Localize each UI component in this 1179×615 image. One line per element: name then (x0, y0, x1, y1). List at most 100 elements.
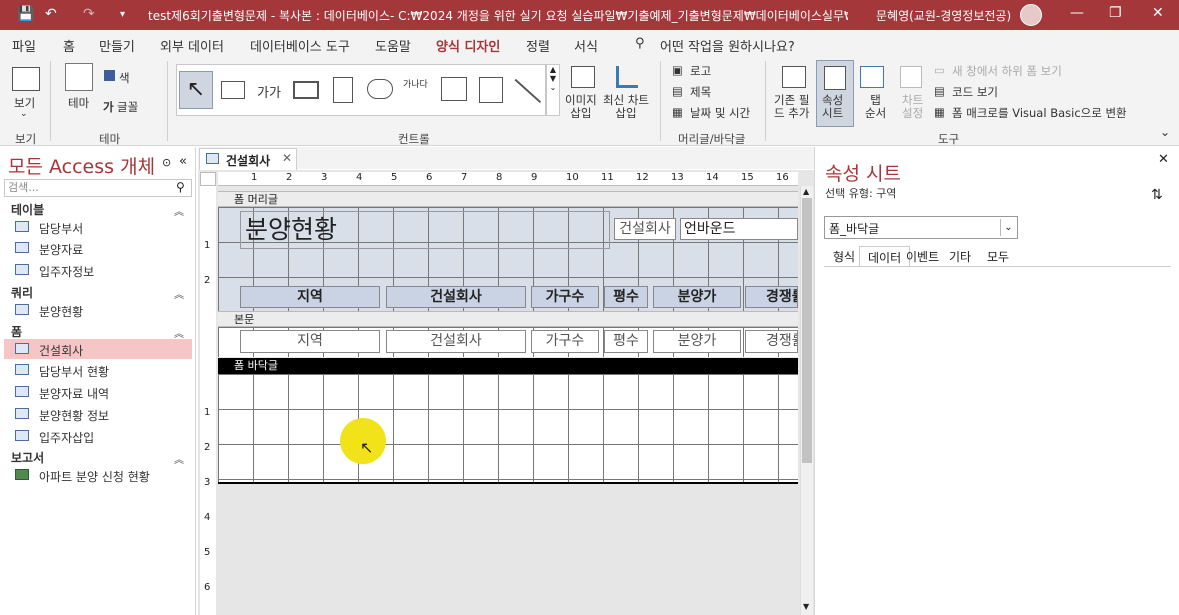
nav-search-input[interactable]: 검색... (4, 179, 192, 197)
section-detail-bar[interactable]: 본문 (218, 311, 798, 327)
nav-pane-title[interactable]: 모든 Access 개체 (8, 152, 155, 179)
tab-format[interactable]: 서식 (574, 36, 598, 55)
column-header-region[interactable]: 지역 (240, 286, 380, 308)
minimize-button[interactable]: — (1070, 5, 1084, 21)
chart-icon[interactable] (616, 66, 638, 88)
vertical-scrollbar[interactable]: ▲ ▼ (800, 186, 813, 615)
tab-order-button[interactable]: 탭 순서 (865, 94, 886, 120)
redo-icon[interactable]: ↷ (83, 6, 95, 22)
nav-item-table[interactable]: 입주자정보 (4, 260, 192, 280)
line-control-icon[interactable] (514, 78, 542, 103)
scroll-up-icon[interactable]: ▲ (803, 187, 809, 196)
tab-external-data[interactable]: 외부 데이터 (160, 36, 224, 55)
close-icon[interactable]: ✕ (282, 151, 292, 165)
search-icon[interactable]: ⚲ (635, 36, 645, 51)
gallery-scroll[interactable]: ▲ ▼ ⌄ (546, 64, 560, 116)
nav-item-form[interactable]: 분양현황 정보 (4, 404, 192, 424)
nav-item-form[interactable]: 입주자삽입 (4, 426, 192, 446)
field-area[interactable]: 평수 (604, 330, 648, 353)
footer-section[interactable] (218, 374, 798, 482)
scroll-down-icon[interactable]: ▼ (803, 602, 809, 611)
field-company[interactable]: 건설회사 (386, 330, 526, 353)
nav-item-form[interactable]: 건설회사 (4, 339, 192, 359)
column-header-price[interactable]: 분양가 (653, 286, 741, 308)
web-browser-control-icon[interactable]: 가나다 (403, 77, 428, 90)
nav-item-table[interactable]: 담당부서 (4, 217, 192, 237)
object-selector[interactable]: 폼_바닥글 ⌄ (824, 216, 1018, 239)
header-title-label[interactable]: 분양현황 (240, 211, 610, 249)
label-control-icon[interactable]: 가가 (257, 82, 281, 101)
nav-item-query[interactable]: 분양현황 (4, 300, 192, 320)
section-footer-bar[interactable]: 폼 바닥글 (218, 358, 798, 374)
nav-item-form[interactable]: 담당부서 현황 (4, 360, 192, 380)
close-icon[interactable]: ✕ (1158, 152, 1169, 167)
tab-all[interactable]: 모두 (979, 246, 1017, 266)
collapse-ribbon-icon[interactable]: ⌄ (1160, 125, 1170, 139)
section-header-bar[interactable]: 폼 머리글 (218, 191, 798, 207)
sort-icon[interactable]: ⇅ (1151, 187, 1163, 203)
scroll-thumb[interactable] (802, 198, 812, 463)
add-existing-field-button[interactable]: 기존 필 드 추가 (774, 94, 809, 120)
tab-file[interactable]: 파일 (12, 36, 36, 55)
form-selector[interactable] (200, 172, 216, 186)
nav-group-reports[interactable]: 보고서 (11, 449, 44, 466)
nav-item-table[interactable]: 분양자료 (4, 238, 192, 258)
property-sheet-icon[interactable] (824, 66, 846, 90)
nav-item-report[interactable]: 아파트 분양 신청 현황 (4, 465, 192, 485)
undo-icon[interactable]: ↶ (45, 6, 57, 22)
field-region[interactable]: 지역 (240, 330, 380, 353)
tab-control-icon[interactable] (333, 77, 353, 103)
company-unbound-field[interactable]: 언바운드 (680, 218, 798, 240)
field-price[interactable]: 분양가 (653, 330, 741, 353)
option-group-icon[interactable] (479, 77, 503, 103)
chart-settings-button[interactable]: 차트 설정 (902, 94, 923, 120)
column-header-company[interactable]: 건설회사 (386, 286, 526, 308)
nav-group-tables[interactable]: 테이블 (11, 201, 44, 218)
user-avatar[interactable] (1020, 4, 1042, 26)
tab-help[interactable]: 도움말 (375, 36, 411, 55)
textbox-control-icon[interactable] (221, 81, 245, 99)
chevron-down-icon[interactable]: ⌄ (20, 109, 28, 119)
customize-toolbar-icon[interactable]: ▾ (120, 9, 125, 20)
convert-macro-button[interactable]: 폼 매크로를 Visual Basic으로 변환 (952, 105, 1127, 121)
tab-create[interactable]: 만들기 (99, 36, 135, 55)
tab-arrange[interactable]: 정렬 (526, 36, 550, 55)
select-pointer-icon[interactable]: ↖ (179, 71, 213, 109)
chevron-up-icon[interactable]: ︽ (174, 451, 184, 466)
tab-other[interactable]: 기타 (941, 246, 979, 266)
column-header-households[interactable]: 가구수 (531, 286, 599, 308)
datetime-button[interactable]: 날짜 및 시간 (690, 105, 750, 121)
subform-new-window-button[interactable]: 새 창에서 하위 폼 보기 (952, 63, 1062, 79)
field-competition[interactable]: 경쟁률 (745, 330, 798, 353)
company-label[interactable]: 건설회사 (614, 218, 676, 240)
column-header-competition[interactable]: 경쟁률 (745, 286, 798, 308)
title-button[interactable]: 제목 (690, 84, 711, 100)
restore-button[interactable]: ❐ (1109, 5, 1122, 21)
tab-order-icon[interactable] (860, 66, 884, 88)
save-icon[interactable]: 💾 (17, 6, 34, 22)
logo-button[interactable]: 로고 (690, 63, 711, 79)
add-field-icon[interactable] (782, 66, 806, 88)
insert-chart-button[interactable]: 최신 차트 삽입 (603, 94, 649, 120)
nav-group-queries[interactable]: 쿼리 (11, 284, 33, 301)
close-button[interactable]: ✕ (1152, 5, 1164, 21)
nav-menu-icon[interactable]: ⊙ (162, 156, 171, 169)
theme-icon[interactable] (65, 63, 93, 91)
property-sheet-button[interactable]: 속성 시트 (822, 94, 843, 120)
navigation-control-icon[interactable] (441, 77, 467, 101)
document-tab[interactable]: 건설회사 ✕ (199, 148, 297, 170)
fonts-button[interactable]: 글꼴 (117, 99, 138, 115)
tab-home[interactable]: 홈 (63, 36, 75, 55)
hyperlink-control-icon[interactable] (367, 79, 393, 99)
button-control-icon[interactable] (293, 81, 319, 99)
tab-database-tools[interactable]: 데이터베이스 도구 (250, 36, 350, 55)
tab-format[interactable]: 형식 (825, 246, 863, 266)
collapse-pane-icon[interactable]: « (179, 154, 187, 169)
insert-image-button[interactable]: 이미지 삽입 (565, 94, 597, 120)
view-code-button[interactable]: 코드 보기 (952, 84, 998, 100)
theme-button[interactable]: 테마 (68, 95, 89, 111)
tell-me-search[interactable]: 어떤 작업을 원하시나요? (660, 36, 795, 55)
view-icon[interactable] (12, 67, 40, 91)
chevron-up-icon[interactable]: ︽ (174, 325, 184, 340)
chevron-down-icon[interactable]: ⌄ (1000, 219, 1016, 236)
